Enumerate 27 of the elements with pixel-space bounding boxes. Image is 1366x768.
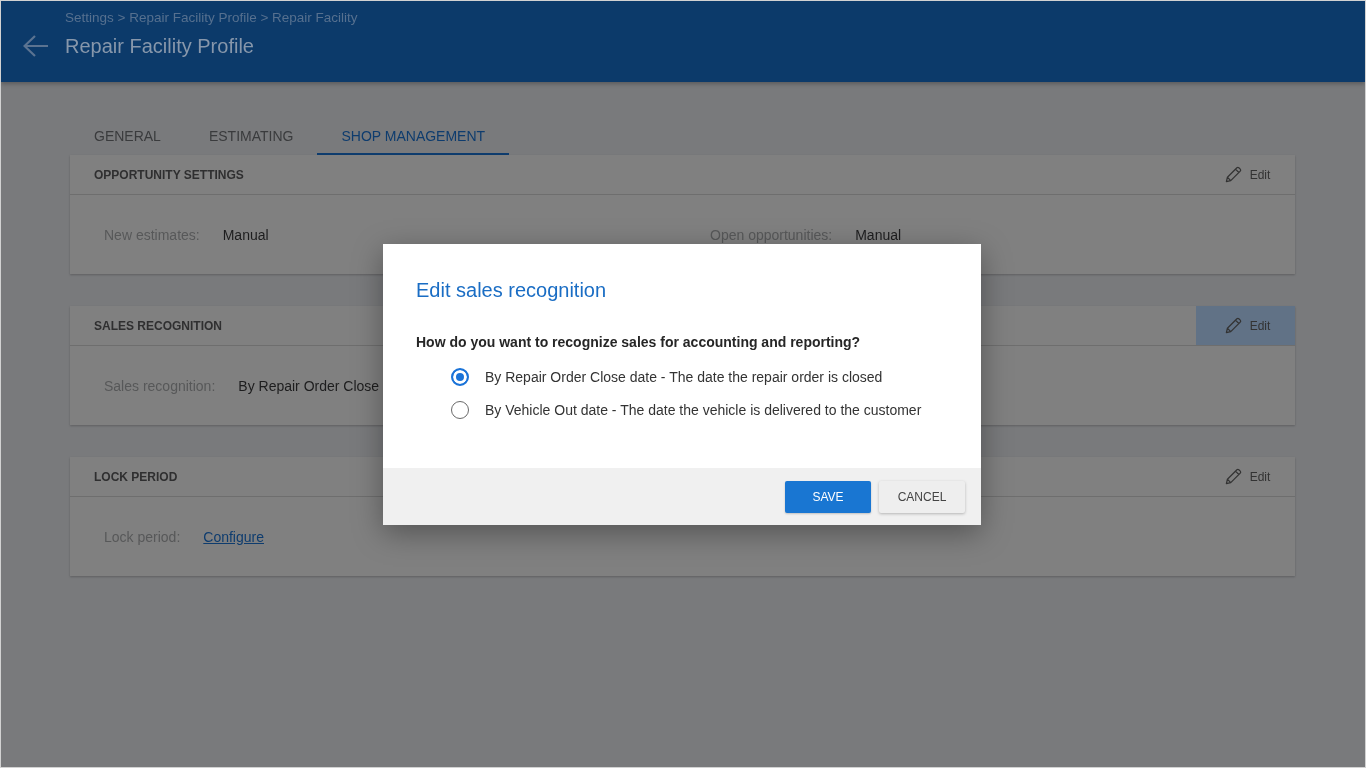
field-value: Manual — [855, 226, 902, 243]
dialog-title: Edit sales recognition — [416, 278, 608, 302]
breadcrumb: Settings > Repair Facility Profile > Repair Facility — [65, 9, 358, 27]
radio-label[interactable]: By Repair Order Close date - The date the repair order is closed — [485, 368, 883, 385]
tab[interactable]: GENERAL — [70, 118, 185, 155]
save-button[interactable]: SAVE — [785, 480, 871, 513]
field-value: By Repair Order Close — [238, 377, 380, 394]
pencil-icon — [1223, 467, 1243, 486]
pencil-icon — [1223, 316, 1243, 335]
back-arrow-icon — [23, 35, 49, 57]
section-title: SALES RECOGNITION — [94, 318, 222, 333]
field-value: Manual — [222, 226, 269, 243]
back-button[interactable] — [21, 33, 51, 59]
radio-button[interactable] — [451, 367, 469, 386]
cancel-button[interactable]: CANCEL — [879, 480, 965, 513]
page-title: Repair Facility Profile — [65, 34, 254, 59]
edit-button[interactable]: Edit — [1196, 457, 1295, 496]
radio-label[interactable]: By Vehicle Out date - The date the vehicle is delivered to the customer — [485, 401, 922, 418]
radio-button[interactable] — [451, 400, 469, 419]
tab[interactable]: ESTIMATING — [184, 118, 318, 155]
section-title: LOCK PERIOD — [94, 469, 178, 484]
dialog-question: How do you want to recognize sales for accounting and reporting? — [416, 333, 862, 352]
pencil-icon — [1223, 165, 1243, 184]
edit-button[interactable]: Edit — [1196, 155, 1295, 194]
configure-link[interactable]: Configure — [203, 528, 264, 545]
edit-button[interactable]: Edit — [1196, 306, 1295, 345]
section-title: OPPORTUNITY SETTINGS — [94, 167, 244, 182]
